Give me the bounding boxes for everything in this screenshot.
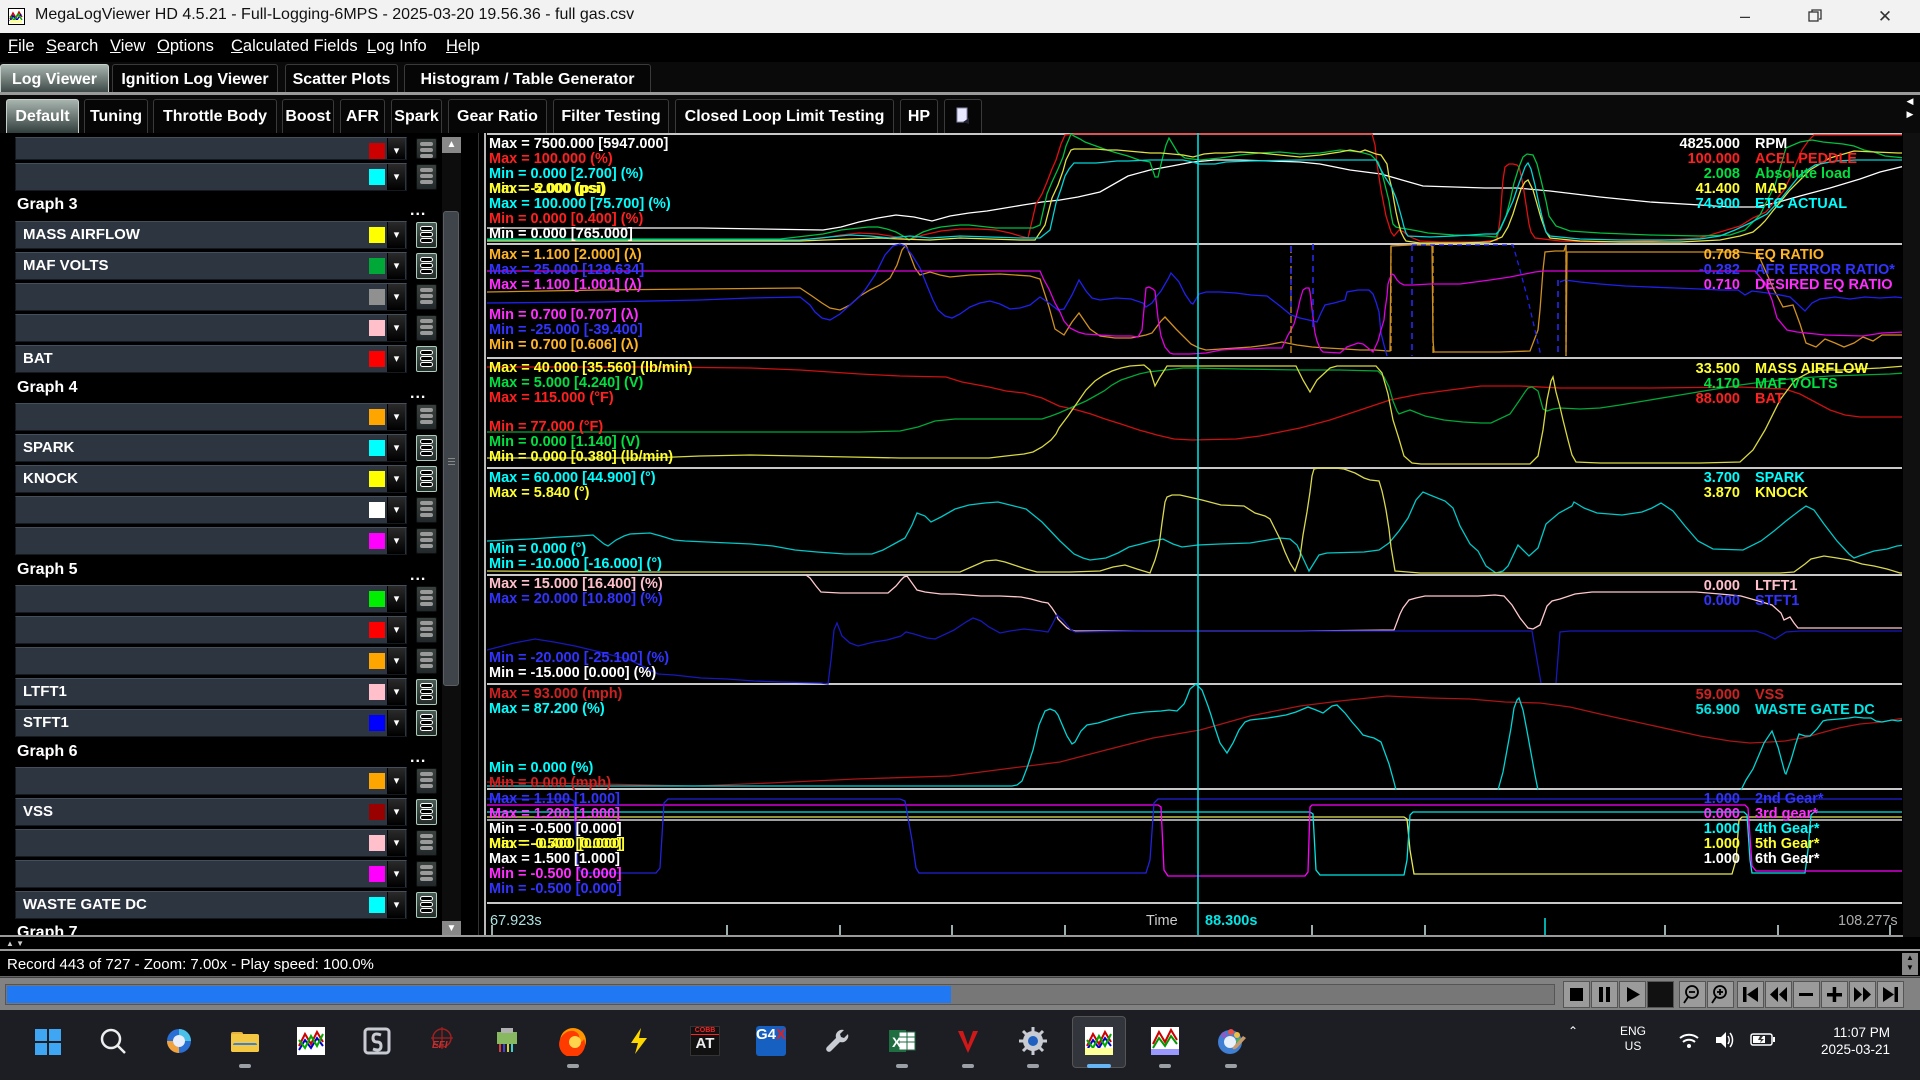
- svg-text:X: X: [892, 1034, 902, 1050]
- svg-text:EFI: EFI: [432, 1040, 448, 1051]
